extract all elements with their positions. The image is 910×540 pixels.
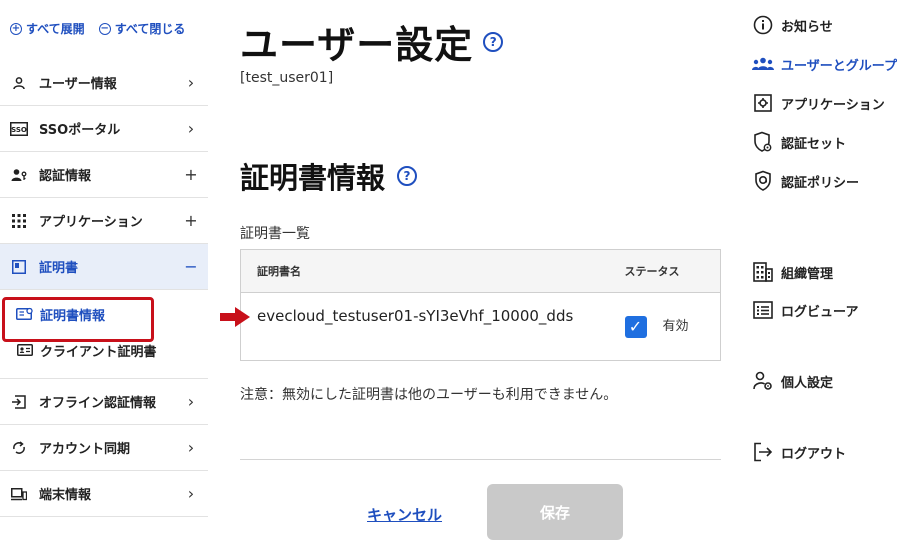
nav-label: 認証ポリシー: [781, 175, 860, 191]
sidebar-item-label: オフライン認証情報: [39, 396, 157, 411]
column-header-status: ステータス: [624, 249, 721, 293]
plus-icon: +: [184, 165, 198, 184]
subitem-label: クライアント証明書: [40, 344, 157, 360]
nav-org-management[interactable]: 組織管理: [752, 261, 833, 283]
shield-policy-icon: [752, 170, 774, 192]
minus-circle-icon: −: [98, 22, 111, 35]
certificate-name: evecloud_testuser01-sYI3eVhf_10000_dds: [257, 307, 574, 325]
collapse-all-label: すべて閉じる: [114, 22, 186, 36]
nav-label: ユーザーとグループ: [781, 58, 897, 74]
status-label: 有効: [662, 319, 689, 334]
section-title: 証明書情報: [240, 161, 386, 195]
nav-logout[interactable]: ログアウト: [752, 441, 846, 463]
svg-text:SSO: SSO: [11, 126, 27, 134]
page-title: ユーザー設定: [240, 23, 474, 67]
pointer-arrow-icon: [220, 307, 250, 327]
nav-label: 個人設定: [781, 375, 834, 391]
sidebar: + すべて展開 − すべて閉じる ユーザー情報 › SSO SSOポータル ›: [0, 0, 208, 540]
person-icon: [10, 74, 28, 92]
user-id: [test_user01]: [240, 70, 334, 86]
status-checkbox[interactable]: ✓: [624, 315, 647, 338]
sidebar-item-device-info[interactable]: 端末情報 ›: [0, 471, 208, 517]
sidebar-item-account-sync[interactable]: アカウント同期 ›: [0, 425, 208, 471]
users-icon: [752, 53, 774, 75]
column-header-name: 証明書名: [240, 249, 625, 293]
plus-circle-icon: +: [10, 22, 22, 35]
sync-icon: [10, 439, 28, 457]
sidebar-item-label: 端末情報: [39, 488, 92, 503]
nav-personal-settings[interactable]: 個人設定: [752, 370, 833, 392]
nav-label: お知らせ: [781, 19, 833, 35]
chevron-right-icon: ›: [187, 438, 195, 457]
certificate-table: 証明書名 ステータス evecloud_testuser01-sYI3eVhf_…: [240, 249, 721, 361]
sidebar-item-offline-auth[interactable]: オフライン認証情報 ›: [0, 379, 208, 425]
sidebar-item-sso-portal[interactable]: SSO SSOポータル ›: [0, 106, 208, 152]
subitem-label: 証明書情報: [40, 308, 106, 324]
expand-all-label: すべて展開: [26, 22, 85, 36]
sidebar-item-certificates[interactable]: 証明書 −: [0, 244, 208, 290]
sidebar-item-applications[interactable]: アプリケーション +: [0, 198, 208, 244]
grid-dots-icon: [10, 212, 28, 230]
nav-label: 組織管理: [781, 266, 834, 282]
certificate-list-label: 証明書一覧: [240, 226, 310, 242]
table-row: evecloud_testuser01-sYI3eVhf_10000_dds ✓…: [241, 293, 721, 361]
expand-collapse-controls: + すべて展開 − すべて閉じる: [10, 20, 185, 37]
nav-label: アプリケーション: [781, 97, 885, 113]
sidebar-item-label: アプリケーション: [39, 215, 143, 230]
sidebar-subitem-client-certificate[interactable]: クライアント証明書: [0, 332, 208, 368]
chevron-right-icon: ›: [187, 119, 195, 138]
help-icon[interactable]: ?: [397, 166, 418, 186]
id-card-icon: [16, 341, 34, 359]
table-header-row: 証明書名 ステータス: [240, 249, 721, 293]
minus-icon: −: [184, 257, 198, 276]
person-gear-icon: [752, 370, 774, 392]
sidebar-item-label: 証明書: [39, 261, 79, 276]
sidebar-subitem-certificate-info[interactable]: 証明書情報: [0, 296, 208, 332]
expand-all-button[interactable]: + すべて展開: [10, 20, 85, 37]
nav-applications[interactable]: アプリケーション: [752, 92, 885, 114]
chevron-right-icon: ›: [187, 392, 195, 411]
certificate-icon: [10, 258, 28, 276]
nav-label: 認証セット: [781, 136, 847, 152]
nav-notifications[interactable]: お知らせ: [752, 14, 833, 36]
divider: [240, 459, 721, 460]
shield-gear-icon: [752, 131, 774, 153]
nav-users-groups[interactable]: ユーザーとグループ: [752, 53, 897, 75]
log-viewer-icon: [752, 299, 774, 321]
plus-icon: +: [184, 211, 198, 230]
save-button[interactable]: 保存: [487, 484, 623, 540]
chevron-right-icon: ›: [187, 484, 195, 503]
nav-label: ログアウト: [781, 446, 847, 462]
status-cell: ✓ 有効: [624, 293, 721, 361]
app-icon: [752, 92, 774, 114]
section-header: 証明書情報 ?: [240, 155, 418, 197]
building-icon: [752, 261, 774, 283]
sidebar-item-label: ユーザー情報: [39, 77, 117, 92]
logout-icon: [752, 441, 774, 463]
nav-log-viewer[interactable]: ログビューア: [752, 299, 858, 321]
sidebar-item-label: アカウント同期: [39, 442, 131, 457]
help-icon[interactable]: ?: [483, 31, 504, 52]
cancel-button[interactable]: キャンセル: [367, 504, 442, 525]
certificate-card-icon: [16, 305, 34, 323]
sidebar-item-label: 認証情報: [39, 169, 92, 184]
nav-label: ログビューア: [781, 304, 859, 320]
offline-login-icon: [10, 393, 28, 411]
nav-auth-policy[interactable]: 認証ポリシー: [752, 170, 859, 192]
sidebar-item-user-info[interactable]: ユーザー情報 ›: [0, 60, 208, 106]
sidebar-item-label: SSOポータル: [39, 123, 121, 138]
warning-note: 注意：無効にした証明書は他のユーザーも利用できません。: [240, 387, 618, 403]
devices-icon: [10, 485, 28, 503]
sso-icon: SSO: [10, 120, 28, 138]
nav-auth-set[interactable]: 認証セット: [752, 131, 846, 153]
sidebar-nav: ユーザー情報 › SSO SSOポータル › 認証情報 + アプリケーション +: [0, 60, 208, 517]
title-row: ユーザー設定 ?: [240, 14, 504, 69]
sidebar-item-auth-info[interactable]: 認証情報 +: [0, 152, 208, 198]
certificates-submenu: 証明書情報 クライアント証明書: [0, 290, 208, 379]
person-key-icon: [10, 166, 28, 184]
chevron-right-icon: ›: [187, 73, 195, 92]
info-icon: [752, 14, 774, 36]
collapse-all-button[interactable]: − すべて閉じる: [98, 20, 186, 37]
